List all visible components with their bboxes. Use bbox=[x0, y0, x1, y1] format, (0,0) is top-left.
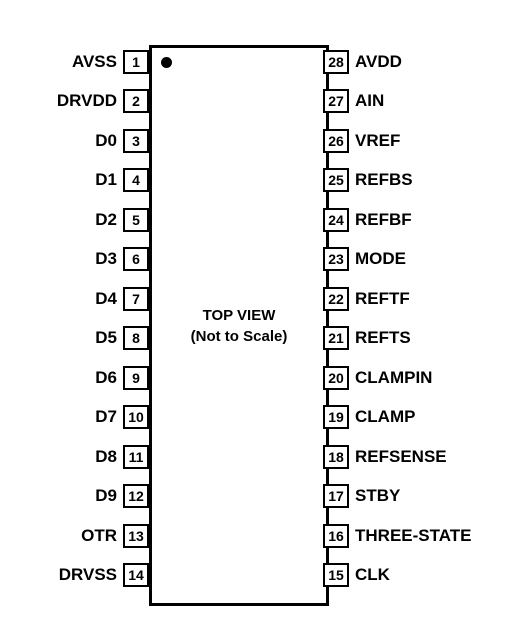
pin-row-1: AVSS 1 bbox=[72, 51, 149, 73]
pin-label: THREE-STATE bbox=[355, 526, 471, 546]
pin-label: REFSENSE bbox=[355, 447, 447, 467]
pin-row-8: D5 8 bbox=[95, 327, 149, 349]
pin-row-13: OTR 13 bbox=[81, 525, 149, 547]
pin-number: 12 bbox=[123, 484, 149, 508]
pin-label: AVSS bbox=[72, 52, 117, 72]
pin-number: 13 bbox=[123, 524, 149, 548]
pin-number: 17 bbox=[323, 484, 349, 508]
pin-number: 2 bbox=[123, 89, 149, 113]
pin-row-3: D0 3 bbox=[95, 130, 149, 152]
pin-row-11: D8 11 bbox=[95, 446, 149, 468]
pin-label: REFBF bbox=[355, 210, 412, 230]
top-view-label: TOP VIEW bbox=[203, 307, 276, 324]
pin-label: D3 bbox=[95, 249, 117, 269]
pin-label: CLK bbox=[355, 565, 390, 585]
pin-row-15: 15 CLK bbox=[323, 564, 390, 586]
pin-label: REFTF bbox=[355, 289, 410, 309]
pin-row-28: 28 AVDD bbox=[323, 51, 402, 73]
pin-row-7: D4 7 bbox=[95, 288, 149, 310]
pin-row-2: DRVDD 2 bbox=[57, 90, 149, 112]
pin-label: DRVSS bbox=[59, 565, 117, 585]
pin-row-20: 20 CLAMPIN bbox=[323, 367, 432, 389]
pin-row-5: D2 5 bbox=[95, 209, 149, 231]
pin-row-19: 19 CLAMP bbox=[323, 406, 415, 428]
pin-number: 8 bbox=[123, 326, 149, 350]
pin-label: D0 bbox=[95, 131, 117, 151]
pin-number: 4 bbox=[123, 168, 149, 192]
pin-row-4: D1 4 bbox=[95, 169, 149, 191]
pin-number: 3 bbox=[123, 129, 149, 153]
pin-row-10: D7 10 bbox=[95, 406, 149, 428]
chip-body-text: TOP VIEW (Not to Scale) bbox=[191, 305, 288, 347]
pin-number: 1 bbox=[123, 50, 149, 74]
pin-row-22: 22 REFTF bbox=[323, 288, 410, 310]
pin-number: 7 bbox=[123, 287, 149, 311]
pin-number: 10 bbox=[123, 405, 149, 429]
pin-row-23: 23 MODE bbox=[323, 248, 406, 270]
pin-label: CLAMPIN bbox=[355, 368, 432, 388]
pin-number: 14 bbox=[123, 563, 149, 587]
pin-row-12: D9 12 bbox=[95, 485, 149, 507]
pin-label: VREF bbox=[355, 131, 400, 151]
pin-number: 11 bbox=[123, 445, 149, 469]
pin-number: 15 bbox=[323, 563, 349, 587]
pin-label: AIN bbox=[355, 91, 384, 111]
pin-label: D8 bbox=[95, 447, 117, 467]
pin-number: 25 bbox=[323, 168, 349, 192]
pin-label: D2 bbox=[95, 210, 117, 230]
pin-number: 18 bbox=[323, 445, 349, 469]
pin-row-26: 26 VREF bbox=[323, 130, 400, 152]
pin-label: D5 bbox=[95, 328, 117, 348]
pin-label: D6 bbox=[95, 368, 117, 388]
pin-number: 22 bbox=[323, 287, 349, 311]
chip-body: TOP VIEW (Not to Scale) bbox=[149, 45, 329, 606]
pin-label: AVDD bbox=[355, 52, 402, 72]
pin-label: MODE bbox=[355, 249, 406, 269]
pin-number: 26 bbox=[323, 129, 349, 153]
pin-number: 24 bbox=[323, 208, 349, 232]
pin-number: 28 bbox=[323, 50, 349, 74]
pin-row-25: 25 REFBS bbox=[323, 169, 413, 191]
pin-label: STBY bbox=[355, 486, 400, 506]
pin-label: REFTS bbox=[355, 328, 411, 348]
pin-label: OTR bbox=[81, 526, 117, 546]
pin-row-14: DRVSS 14 bbox=[59, 564, 149, 586]
pin-number: 20 bbox=[323, 366, 349, 390]
pin-row-16: 16 THREE-STATE bbox=[323, 525, 471, 547]
pin-label: DRVDD bbox=[57, 91, 117, 111]
pin-number: 16 bbox=[323, 524, 349, 548]
pin-label: D9 bbox=[95, 486, 117, 506]
pin-label: D7 bbox=[95, 407, 117, 427]
pin-number: 5 bbox=[123, 208, 149, 232]
pin-label: D4 bbox=[95, 289, 117, 309]
pin-row-9: D6 9 bbox=[95, 367, 149, 389]
pin-number: 19 bbox=[323, 405, 349, 429]
pin1-indicator-dot bbox=[161, 57, 172, 68]
pin-number: 9 bbox=[123, 366, 149, 390]
pin-row-17: 17 STBY bbox=[323, 485, 400, 507]
pin-number: 6 bbox=[123, 247, 149, 271]
pin-row-24: 24 REFBF bbox=[323, 209, 412, 231]
pin-row-18: 18 REFSENSE bbox=[323, 446, 447, 468]
pin-row-21: 21 REFTS bbox=[323, 327, 411, 349]
pin-row-6: D3 6 bbox=[95, 248, 149, 270]
pin-label: CLAMP bbox=[355, 407, 415, 427]
pin-label: REFBS bbox=[355, 170, 413, 190]
pin-number: 21 bbox=[323, 326, 349, 350]
chip-pinout-diagram: TOP VIEW (Not to Scale) AVSS 1 DRVDD 2 D… bbox=[20, 20, 504, 606]
pin-number: 27 bbox=[323, 89, 349, 113]
not-to-scale-label: (Not to Scale) bbox=[191, 328, 288, 345]
pin-label: D1 bbox=[95, 170, 117, 190]
pin-number: 23 bbox=[323, 247, 349, 271]
pin-row-27: 27 AIN bbox=[323, 90, 384, 112]
